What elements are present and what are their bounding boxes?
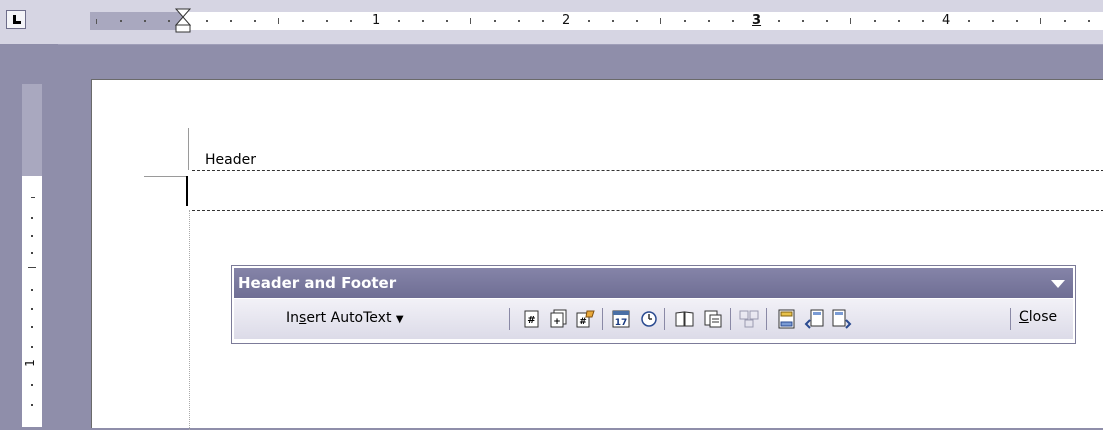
header-region-label: Header	[205, 152, 256, 168]
top-margin-zone	[22, 84, 42, 176]
horizontal-ruler-bar: 1 2 3 4	[0, 0, 1103, 45]
ruler-number-4: 4	[942, 13, 951, 28]
page-setup-icon[interactable]	[674, 308, 696, 330]
insert-page-number-icon[interactable]: #	[521, 308, 543, 330]
insert-time-icon[interactable]	[638, 308, 660, 330]
text-cursor	[186, 176, 188, 206]
svg-text:17: 17	[615, 318, 628, 328]
vertical-ruler[interactable]: 1	[22, 84, 42, 427]
header-footer-toolbar[interactable]: Header and Footer Insert AutoText ▼ # + …	[231, 265, 1076, 344]
crop-mark-horizontal	[144, 176, 188, 177]
insert-autotext-label-prefix: In	[286, 310, 300, 326]
ruler-number-2: 2	[562, 13, 571, 28]
vertical-ruler-number-1: 1	[22, 359, 37, 367]
indent-marker-icon[interactable]	[172, 8, 194, 34]
show-previous-icon[interactable]	[804, 308, 826, 330]
toolbar-separator	[664, 308, 665, 330]
toolbar-separator	[1010, 308, 1011, 330]
close-accel: C	[1019, 309, 1029, 325]
ruler-number-3: 3	[752, 13, 762, 28]
header-edit-area[interactable]	[192, 172, 1103, 209]
svg-text:#: #	[527, 315, 535, 326]
close-button[interactable]: Close	[1019, 309, 1057, 325]
svg-text:#: #	[579, 317, 587, 327]
format-page-number-icon[interactable]: #	[574, 308, 596, 330]
toolbar-body: Insert AutoText ▼ # + # 17 Close	[234, 299, 1073, 339]
horizontal-ruler[interactable]: 1 2 3 4	[90, 12, 1103, 30]
toolbar-title: Header and Footer	[238, 274, 397, 292]
toolbar-separator	[602, 308, 603, 330]
toolbar-separator	[766, 308, 767, 330]
show-hide-document-text-icon[interactable]	[702, 308, 724, 330]
insert-date-icon[interactable]: 17	[610, 308, 632, 330]
close-label-suffix: lose	[1028, 309, 1058, 325]
dropdown-arrow-icon: ▼	[395, 314, 404, 325]
toolbar-title-bar[interactable]: Header and Footer	[234, 268, 1073, 298]
show-next-icon[interactable]	[830, 308, 852, 330]
vertical-ruler-bar: 1	[0, 44, 58, 427]
ruler-number-1: 1	[372, 13, 381, 28]
left-tab-icon	[13, 15, 21, 24]
document-page[interactable]: Header	[91, 79, 1103, 430]
toolbar-options-chevron-down-icon[interactable]	[1051, 280, 1065, 288]
toolbar-separator	[509, 308, 510, 330]
switch-header-footer-icon[interactable]	[776, 308, 798, 330]
insert-autotext-button[interactable]: Insert AutoText ▼	[286, 310, 404, 326]
insert-number-of-pages-icon[interactable]: +	[548, 308, 570, 330]
header-boundary-bottom	[192, 210, 1103, 211]
toolbar-separator	[730, 308, 731, 330]
tab-selector-button[interactable]	[6, 10, 26, 29]
header-boundary-top	[192, 170, 1103, 171]
svg-text:+: +	[553, 317, 561, 327]
text-boundary-line	[189, 210, 190, 430]
insert-autotext-label-suffix: ert AutoText	[306, 310, 392, 326]
same-as-previous-icon[interactable]	[738, 308, 760, 330]
crop-mark-vertical	[188, 128, 189, 170]
